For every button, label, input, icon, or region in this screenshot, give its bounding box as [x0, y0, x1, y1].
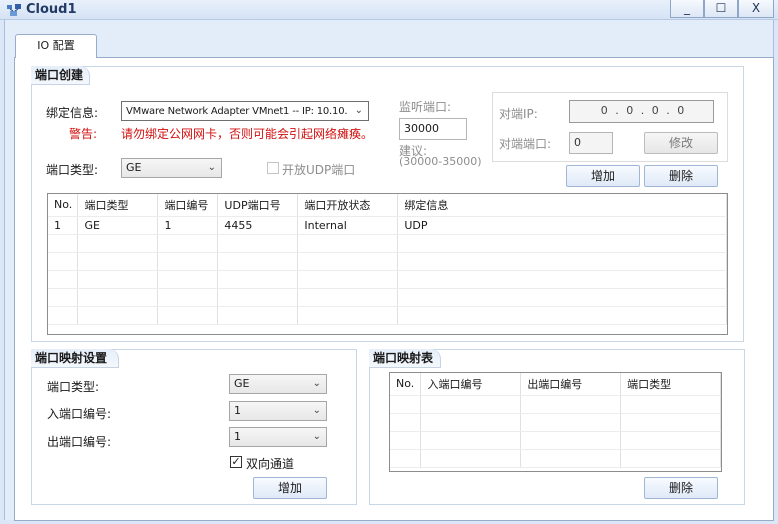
- table-cell: Internal: [297, 216, 399, 235]
- mapping-port-type-value: GE: [234, 377, 250, 390]
- column-header[interactable]: 绑定信息: [397, 194, 727, 217]
- table-row[interactable]: 1 GE 1 4455 Internal UDP: [48, 216, 727, 235]
- listen-port-label: 监听端口:: [399, 100, 452, 114]
- column-header[interactable]: 端口编号: [157, 194, 219, 217]
- out-port-value: 1: [234, 430, 241, 443]
- column-header[interactable]: 端口类型: [620, 373, 721, 396]
- port-table: No. 端口类型 端口编号 UDP端口号 端口开放状态 绑定信息 1 GE 1 …: [48, 194, 727, 325]
- remote-port-input[interactable]: 0: [569, 132, 613, 154]
- maximize-button[interactable]: ☐: [704, 0, 738, 18]
- mapping-table-container: No. 入端口编号 出端口编号 端口类型: [389, 372, 722, 472]
- open-udp-checkbox[interactable]: [267, 162, 279, 174]
- remote-ip-label: 对端IP:: [499, 107, 538, 121]
- warning-text: 请勿绑定公网网卡，否则可能会引起网络瘫痪。: [121, 127, 374, 141]
- in-port-value: 1: [234, 404, 241, 417]
- port-delete-button[interactable]: 删除: [644, 165, 718, 187]
- column-header[interactable]: 出端口编号: [520, 373, 622, 396]
- mapping-table: No. 入端口编号 出端口编号 端口类型: [390, 373, 721, 468]
- open-udp-label: 开放UDP端口: [282, 163, 356, 177]
- port-table-header-row: No. 端口类型 端口编号 UDP端口号 端口开放状态 绑定信息: [48, 194, 727, 217]
- port-type-label: 端口类型:: [46, 163, 99, 177]
- port-type-select[interactable]: GE ⌄: [121, 158, 222, 178]
- column-header[interactable]: 端口开放状态: [297, 194, 399, 217]
- mapping-table-header-row: No. 入端口编号 出端口编号 端口类型: [390, 373, 721, 396]
- port-type-value: GE: [126, 161, 142, 174]
- column-header[interactable]: 入端口编号: [420, 373, 522, 396]
- in-port-select[interactable]: 1 ⌄: [229, 401, 327, 421]
- bidirectional-checkbox[interactable]: ✓: [230, 456, 242, 468]
- port-add-button[interactable]: 增加: [566, 165, 640, 187]
- window-title: Cloud1: [26, 2, 77, 17]
- suggest-range: (30000-35000): [399, 155, 482, 168]
- table-row-empty: [48, 288, 727, 307]
- bind-info-label: 绑定信息:: [46, 106, 99, 120]
- column-header[interactable]: UDP端口号: [217, 194, 299, 217]
- table-row-empty: [48, 270, 727, 289]
- remote-ip-input[interactable]: 0 . 0 . 0 . 0: [569, 100, 714, 123]
- listen-port-input[interactable]: 30000: [399, 118, 467, 140]
- table-cell: 1: [157, 216, 219, 235]
- table-row-empty: [390, 431, 721, 450]
- out-port-select[interactable]: 1 ⌄: [229, 427, 327, 447]
- table-row-empty: [390, 413, 721, 432]
- in-port-label: 入端口编号:: [47, 407, 112, 421]
- port-table-container: No. 端口类型 端口编号 UDP端口号 端口开放状态 绑定信息 1 GE 1 …: [47, 193, 728, 335]
- column-header[interactable]: No.: [48, 194, 79, 217]
- column-header[interactable]: 端口类型: [77, 194, 159, 217]
- table-row-empty: [390, 395, 721, 414]
- modify-button[interactable]: 修改: [644, 132, 718, 154]
- chevron-down-icon: ⌄: [312, 431, 321, 442]
- chevron-down-icon: ⌄: [207, 162, 216, 173]
- title-bar: [0, 0, 778, 20]
- mapping-port-type-label: 端口类型:: [47, 380, 100, 394]
- table-cell: UDP: [397, 216, 727, 235]
- port-create-title: 端口创建: [31, 66, 90, 85]
- table-cell: GE: [77, 216, 159, 235]
- table-row-empty: [390, 449, 721, 468]
- bind-info-value: VMware Network Adapter VMnet1 -- IP: 10.…: [126, 106, 348, 117]
- cloud-app-icon: [7, 4, 21, 16]
- tab-io-config[interactable]: IO 配置: [15, 34, 97, 58]
- table-row-empty: [48, 234, 727, 253]
- chevron-down-icon: ⌄: [312, 405, 321, 416]
- out-port-label: 出端口编号:: [47, 435, 112, 449]
- table-cell: 1: [48, 216, 79, 235]
- checkmark-icon: ✓: [231, 455, 241, 468]
- remote-port-label: 对端端口:: [499, 137, 552, 151]
- table-cell: 4455: [217, 216, 299, 235]
- table-row-empty: [48, 252, 727, 271]
- chevron-down-icon: ⌄: [352, 102, 363, 120]
- chevron-down-icon: ⌄: [312, 378, 321, 389]
- bind-info-select[interactable]: VMware Network Adapter VMnet1 -- IP: 10.…: [121, 101, 369, 121]
- mapping-delete-button[interactable]: 删除: [644, 477, 718, 499]
- warning-label: 警告:: [69, 127, 98, 141]
- close-button[interactable]: X: [738, 0, 774, 18]
- bidirectional-label: 双向通道: [246, 457, 295, 471]
- mapping-port-type-select[interactable]: GE ⌄: [229, 374, 327, 394]
- column-header[interactable]: No.: [390, 373, 422, 396]
- minimize-button[interactable]: _: [670, 0, 704, 18]
- table-row-empty: [48, 306, 727, 325]
- mapping-add-button[interactable]: 增加: [253, 477, 327, 499]
- port-mapping-settings-title: 端口映射设置: [31, 349, 119, 368]
- port-mapping-table-title: 端口映射表: [369, 349, 441, 368]
